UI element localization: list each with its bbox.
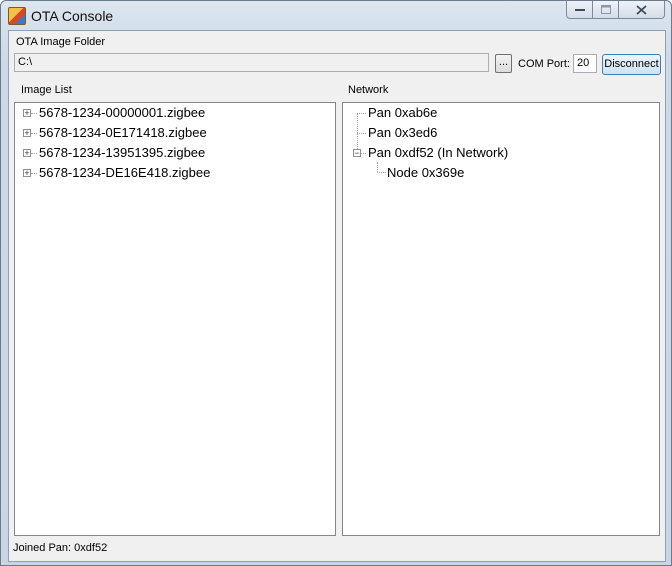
main-window: OTA Console OTA Image Folder C:\ ... COM… [0,0,672,566]
maximize-icon [600,5,611,14]
network-label: Network [348,84,389,96]
window-controls [566,1,665,21]
status-bar: Joined Pan: 0xdf52 [9,539,665,561]
image-list-item-label: 5678-1234-0E171418.zigbee [39,125,207,140]
window-title: OTA Console [31,8,114,24]
browse-folder-button[interactable]: ... [495,54,512,73]
collapse-minus-icon[interactable]: − [353,149,361,158]
disconnect-button[interactable]: Disconnect [602,54,661,75]
expand-plus-icon[interactable]: + [23,109,31,118]
expand-plus-icon[interactable]: + [23,129,31,138]
image-list-item-label: 5678-1234-00000001.zigbee [39,105,206,120]
ota-folder-field[interactable]: C:\ [14,53,489,72]
expand-plus-icon[interactable]: + [23,149,31,158]
close-icon [636,4,647,15]
network-pan-label: Pan 0xdf52 (In Network) [368,145,509,160]
image-list-item-label: 5678-1234-DE16E418.zigbee [39,165,211,180]
com-port-label: COM Port: [518,58,570,70]
image-list-label: Image List [21,84,72,96]
title-bar[interactable]: OTA Console [1,1,671,29]
image-list-item-label: 5678-1234-13951395.zigbee [39,145,206,160]
expand-plus-icon[interactable]: + [23,169,31,178]
app-icon [8,7,26,25]
close-button[interactable] [619,1,665,19]
com-port-field[interactable]: 20 [573,54,597,73]
network-node-label: Node 0x369e [387,165,465,180]
status-text: Joined Pan: 0xdf52 [13,542,108,554]
minimize-button[interactable] [566,1,593,19]
network-pan-label: Pan 0xab6e [368,105,438,120]
image-list-tree[interactable]: + 5678-1234-00000001.zigbee + 5678-1234-… [14,102,336,536]
minimize-icon [574,8,585,11]
ota-folder-label: OTA Image Folder [16,36,106,48]
maximize-button[interactable] [593,1,619,19]
client-area: OTA Image Folder C:\ ... COM Port: 20 Di… [8,30,666,562]
network-tree[interactable]: Pan 0xab6e Pan 0x3ed6 − Pan 0xdf52 (In N… [342,102,660,536]
network-pan-label: Pan 0x3ed6 [368,125,438,140]
